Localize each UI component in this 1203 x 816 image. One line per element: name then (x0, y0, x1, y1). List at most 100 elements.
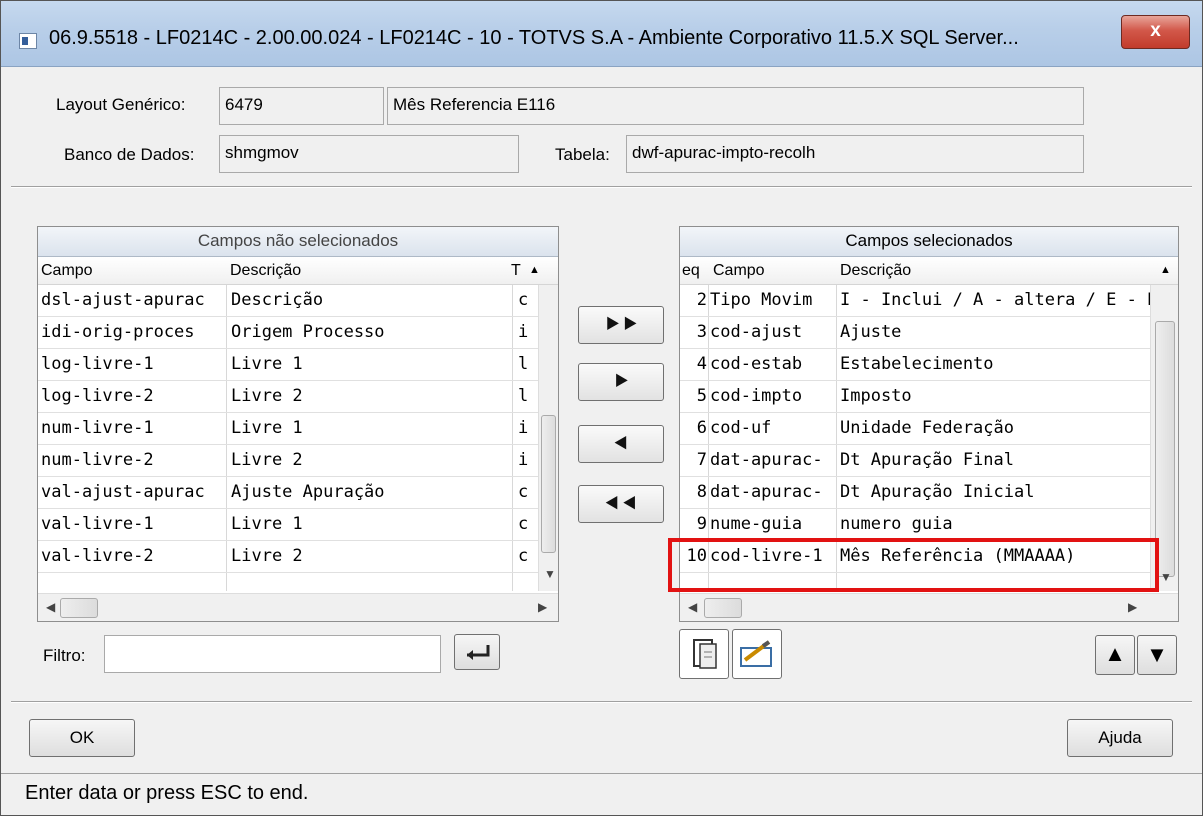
document-button[interactable] (679, 629, 729, 679)
layout-desc-field: Mês Referencia E116 (387, 87, 1084, 125)
col-campo-sel[interactable]: Campo (713, 257, 765, 284)
scroll-down-icon[interactable]: ▼ (544, 567, 556, 581)
table-label: Tabela: (555, 145, 610, 164)
move-down-button[interactable]: ▼ (1137, 635, 1177, 675)
table-field: dwf-apurac-impto-recolh (626, 135, 1084, 173)
col-campo[interactable]: Campo (41, 257, 93, 284)
add-one-button[interactable]: ⯈ (578, 363, 664, 401)
unselected-hscroll-thumb[interactable] (60, 598, 98, 618)
unselected-list: dsl-ajust-apurac Descrição c idi-orig-proce… (38, 285, 538, 591)
item-descricao: I - Inclui / A - altera / E - El (840, 290, 1150, 310)
item-campo: cod-estab (710, 354, 803, 374)
item-descricao: Dt Apuração Final (840, 450, 1014, 470)
help-button[interactable]: Ajuda (1067, 719, 1173, 757)
scroll-up-icon[interactable]: ▲ (1160, 257, 1171, 284)
unselected-column-headers: Campo Descrição T ▲ (38, 257, 558, 285)
unselected-list-item[interactable]: dsl-ajust-apurac Descrição c (38, 285, 538, 317)
selected-list-item[interactable]: 6 cod-uf Unidade Federação (680, 413, 1150, 445)
item-campo: log-livre-2 (41, 386, 154, 406)
unselected-list-item[interactable]: idi-orig-proces Origem Processo i (38, 317, 538, 349)
unselected-list-item[interactable]: num-livre-1 Livre 1 i (38, 413, 538, 445)
status-bar: Enter data or press ESC to end. (1, 773, 1202, 815)
item-descricao: Livre 2 (231, 386, 303, 406)
arrow-down-icon: ▼ (1146, 642, 1168, 667)
scroll-up-icon[interactable]: ▲ (529, 257, 540, 284)
item-seq: 7 (696, 450, 707, 470)
item-campo: val-ajust-apurac (41, 482, 205, 502)
col-tipo[interactable]: T (511, 257, 521, 284)
item-campo: val-livre-2 (41, 546, 154, 566)
item-descricao: Livre 1 (231, 354, 303, 374)
item-seq: 8 (696, 482, 707, 502)
item-descricao: Livre 2 (231, 546, 303, 566)
edit-button[interactable] (732, 629, 782, 679)
item-descricao: Livre 1 (231, 514, 303, 534)
selected-list-item[interactable]: 3 cod-ajust Ajuste (680, 317, 1150, 349)
unselected-list-item[interactable]: val-livre-2 Livre 2 c (38, 541, 538, 573)
item-campo: log-livre-1 (41, 354, 154, 374)
move-up-button[interactable]: ▲ (1095, 635, 1135, 675)
db-label: Banco de Dados: (64, 145, 195, 164)
selected-list-item[interactable]: 4 cod-estab Estabelecimento (680, 349, 1150, 381)
unselected-list-item[interactable]: val-ajust-apurac Ajuste Apuração c (38, 477, 538, 509)
item-campo: dat-apurac- (710, 450, 823, 470)
item-seq: 4 (696, 354, 707, 374)
unselected-list-item[interactable]: log-livre-2 Livre 2 l (38, 381, 538, 413)
unselected-panel-title: Campos não selecionados (38, 227, 558, 257)
close-button[interactable]: x (1121, 15, 1190, 49)
scroll-right-icon[interactable]: ▶ (538, 600, 547, 614)
item-campo: cod-uf (710, 418, 772, 438)
selected-list-item[interactable]: 8 dat-apurac- Dt Apuração Inicial (680, 477, 1150, 509)
unselected-hscrollbar[interactable]: ◀ ▶ (38, 593, 558, 621)
col-seq[interactable]: eq (682, 257, 700, 284)
selected-list-item[interactable]: 7 dat-apurac- Dt Apuração Final (680, 445, 1150, 477)
item-descricao: Ajuste (840, 322, 902, 342)
item-campo: cod-ajust (710, 322, 803, 342)
selected-list-item[interactable]: 2 Tipo Movim I - Inclui / A - altera / E -… (680, 285, 1150, 317)
item-descricao: Imposto (840, 386, 912, 406)
item-tipo: i (518, 322, 529, 342)
title-bar[interactable]: 06.9.5518 - LF0214C - 2.00.00.024 - LF02… (1, 1, 1202, 67)
layout-code-field: 6479 (219, 87, 384, 125)
unselected-vscrollbar[interactable]: ▼ (538, 285, 558, 591)
unselected-fields-panel: Campos não selecionados Campo Descrição … (37, 226, 559, 622)
item-tipo: l (518, 354, 529, 374)
document-icon (693, 639, 717, 669)
item-tipo: c (518, 290, 529, 310)
item-campo: nume-guia (710, 514, 803, 534)
scroll-right-icon[interactable]: ▶ (1128, 600, 1137, 614)
item-descricao: Dt Apuração Inicial (840, 482, 1035, 502)
remove-all-button[interactable]: ⯇⯇ (578, 485, 664, 523)
selection-highlight-box (668, 538, 1159, 592)
selected-list-item[interactable]: 5 cod-impto Imposto (680, 381, 1150, 413)
unselected-list-item[interactable]: num-livre-2 Livre 2 i (38, 445, 538, 477)
selected-hscroll-thumb[interactable] (704, 598, 742, 618)
edit-icon (740, 640, 772, 667)
item-tipo: c (518, 514, 529, 534)
item-tipo: i (518, 450, 529, 470)
layout-label: Layout Genérico: (56, 95, 186, 114)
scroll-left-icon[interactable]: ◀ (46, 600, 55, 614)
item-tipo: c (518, 546, 529, 566)
selected-list-item[interactable]: 9 nume-guia numero guia (680, 509, 1150, 541)
item-descricao: Livre 1 (231, 418, 303, 438)
selected-panel-title: Campos selecionados (680, 227, 1178, 257)
item-seq: 5 (696, 386, 707, 406)
unselected-list-item[interactable]: log-livre-1 Livre 1 l (38, 349, 538, 381)
add-all-button[interactable]: ⯈⯈ (578, 306, 664, 344)
scroll-down-icon[interactable]: ▼ (1160, 570, 1172, 584)
remove-one-button[interactable]: ⯇ (578, 425, 664, 463)
item-campo: Tipo Movim (710, 290, 813, 310)
filter-input[interactable] (104, 635, 441, 673)
item-seq: 9 (696, 514, 707, 534)
scroll-left-icon[interactable]: ◀ (688, 600, 697, 614)
unselected-vscroll-thumb[interactable] (541, 415, 556, 553)
unselected-list-item[interactable]: val-livre-1 Livre 1 c (38, 509, 538, 541)
ok-button[interactable]: OK (29, 719, 135, 757)
divider (11, 186, 1192, 188)
filter-apply-button[interactable] (454, 634, 500, 670)
item-descricao: numero guia (840, 514, 953, 534)
selected-hscrollbar[interactable]: ◀ ▶ (680, 593, 1178, 621)
col-descricao[interactable]: Descrição (230, 257, 301, 284)
col-descricao-sel[interactable]: Descrição (840, 257, 911, 284)
